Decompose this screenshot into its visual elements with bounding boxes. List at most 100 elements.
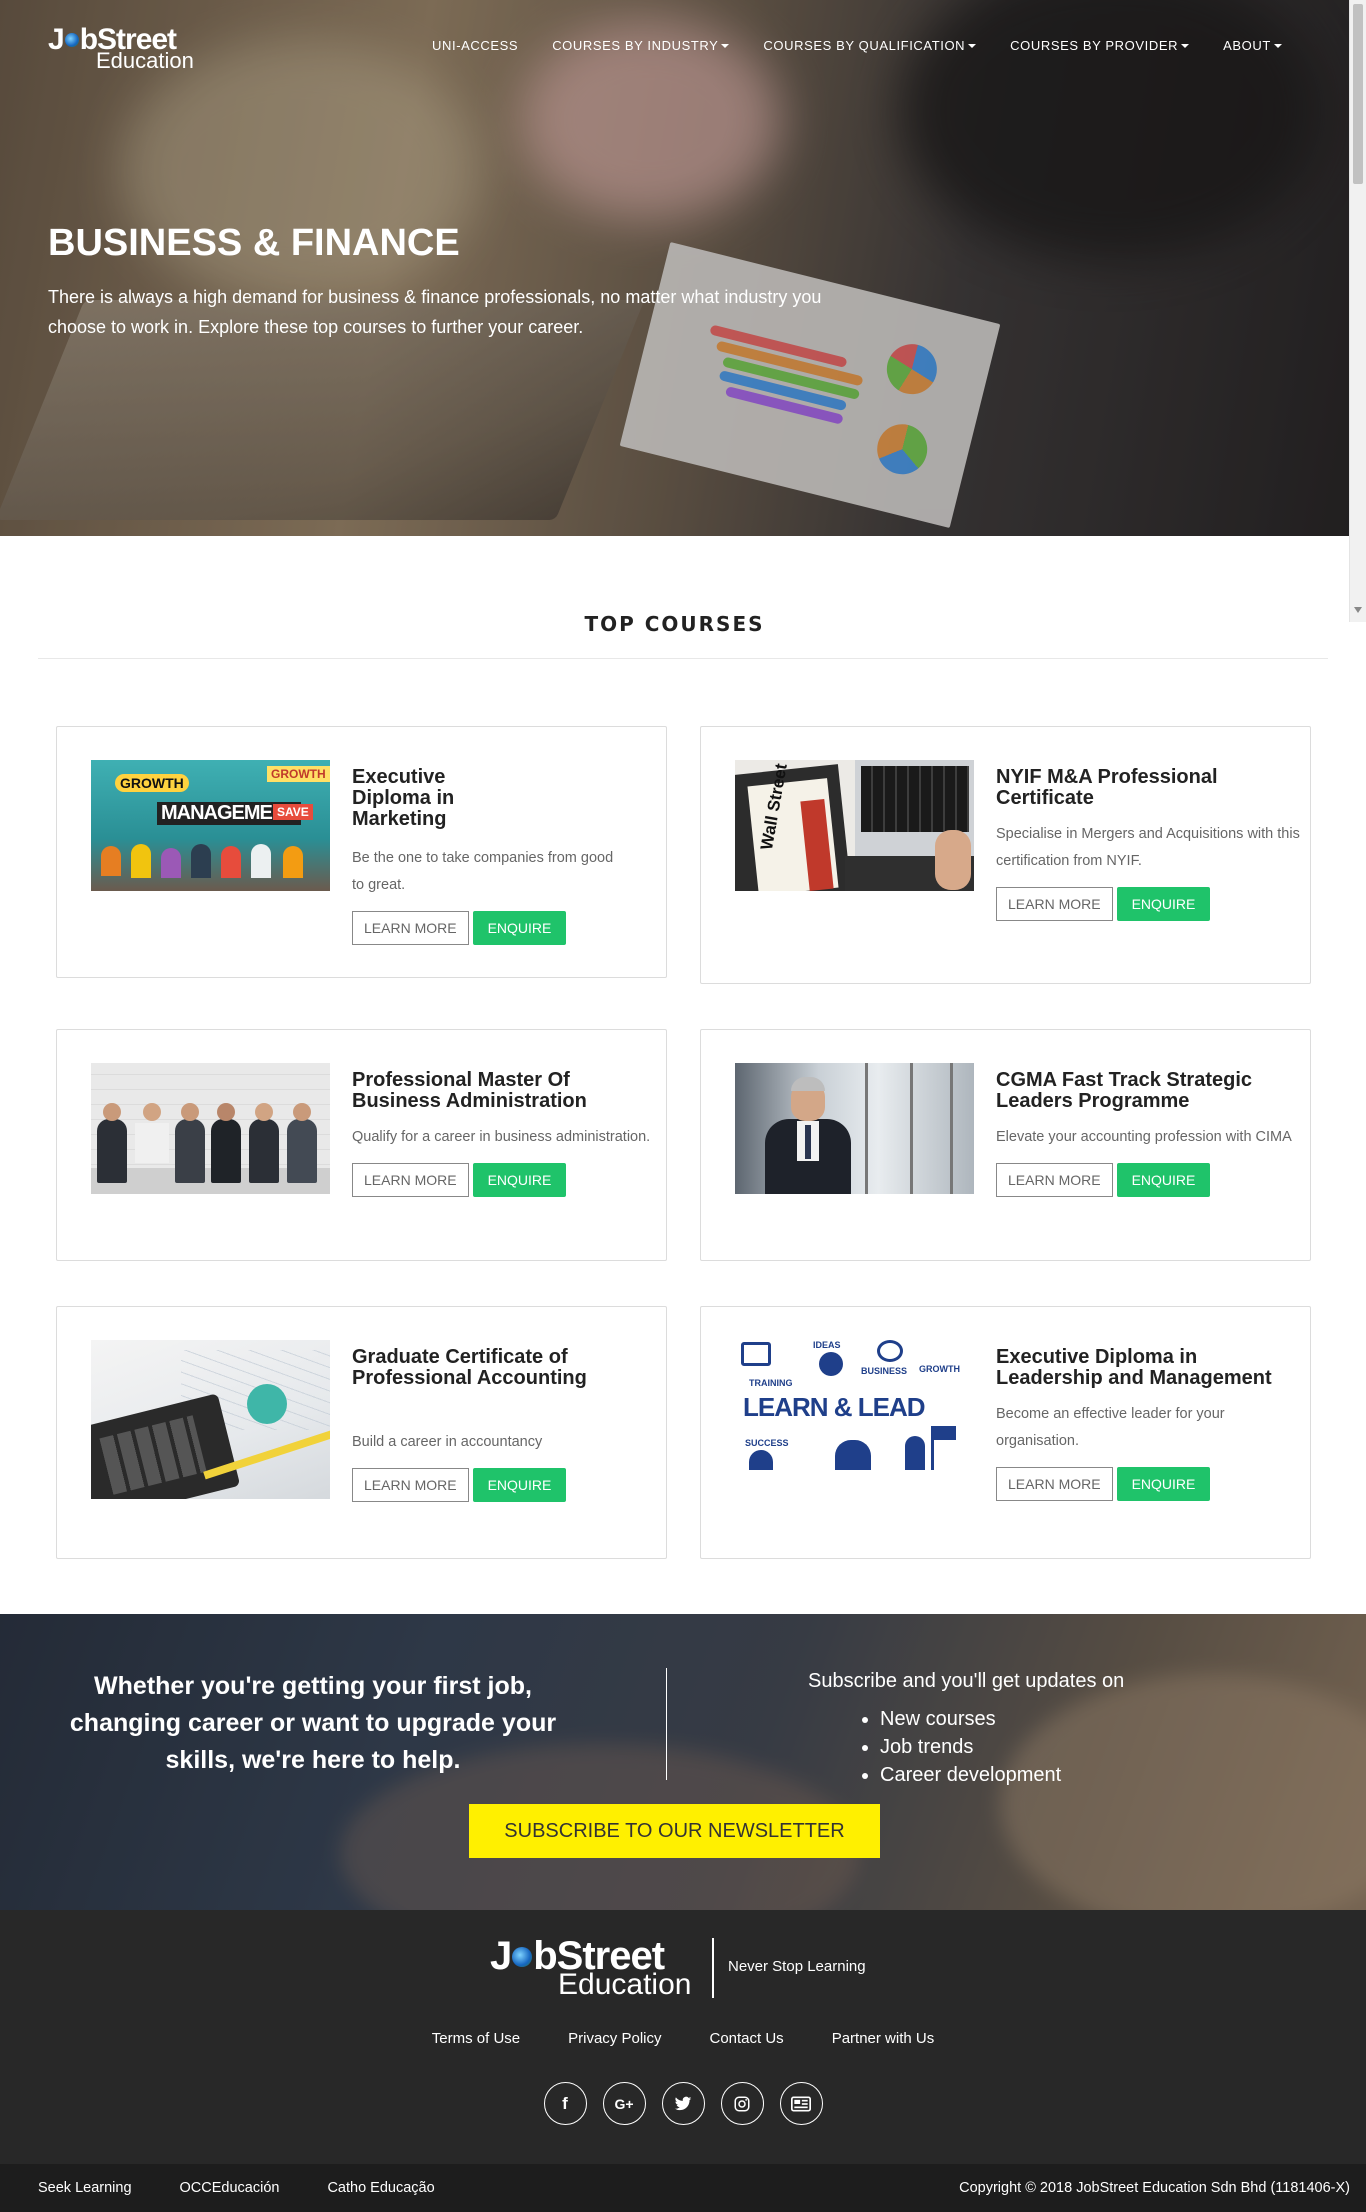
enquire-button[interactable]: ENQUIRE <box>1116 1163 1211 1197</box>
site-footer: JbStreet Education Never Stop Learning T… <box>0 1910 1366 2164</box>
caret-down-icon <box>1181 44 1190 48</box>
learn-more-button[interactable]: LEARN MORE <box>352 1163 469 1197</box>
course-card: Graduate Certificate of Professional Acc… <box>56 1306 667 1559</box>
learn-more-button[interactable]: LEARN MORE <box>996 1467 1113 1501</box>
newsletter-benefits: Subscribe and you'll get updates on New … <box>808 1670 1124 1789</box>
course-image-mba[interactable] <box>91 1063 330 1194</box>
enquire-button[interactable]: ENQUIRE <box>1116 887 1211 921</box>
footer-logo-subtitle: Education <box>558 1968 692 2001</box>
course-card: CGMA Fast Track Strategic Leaders Progra… <box>700 1029 1311 1261</box>
footer-logo-divider <box>712 1938 714 1998</box>
learn-more-button[interactable]: LEARN MORE <box>352 1468 469 1502</box>
course-description: Build a career in accountancy <box>352 1434 543 1450</box>
bottom-bar: Seek Learning OCCEducación Catho Educaçã… <box>0 2164 1366 2212</box>
course-actions: LEARN MORE ENQUIRE <box>352 1163 662 1197</box>
main-nav: UNI-ACCESS COURSES BY INDUSTRY COURSES B… <box>432 38 1316 53</box>
page-title: BUSINESS & FINANCE <box>48 222 460 264</box>
caret-down-icon <box>968 44 977 48</box>
footer-tagline: Never Stop Learning <box>728 1958 866 1975</box>
learn-more-button[interactable]: LEARN MORE <box>352 911 469 945</box>
footer-links: Terms of Use Privacy Policy Contact Us P… <box>0 2030 1366 2047</box>
hero-overlay <box>0 0 1349 536</box>
course-title[interactable]: Professional Master Of Business Administ… <box>352 1070 662 1112</box>
newsletter-benefit-list: New courses Job trends Career developmen… <box>808 1705 1124 1789</box>
nav-courses-by-provider[interactable]: COURSES BY PROVIDER <box>1010 38 1190 53</box>
course-card: Professional Master Of Business Administ… <box>56 1029 667 1261</box>
learn-more-button[interactable]: LEARN MORE <box>996 887 1113 921</box>
course-image-leadership[interactable]: TRAINING IDEAS BUSINESS GROWTH LEARN & L… <box>735 1340 974 1471</box>
course-image-marketing[interactable]: GROWTH GROWTH MANAGEMENT SAVE <box>91 760 330 891</box>
enquire-button[interactable]: ENQUIRE <box>472 1468 567 1502</box>
course-actions: LEARN MORE ENQUIRE <box>352 1468 662 1502</box>
enquire-button[interactable]: ENQUIRE <box>1116 1467 1211 1501</box>
news-icon[interactable] <box>779 2082 823 2125</box>
footer-link-terms[interactable]: Terms of Use <box>432 2030 520 2047</box>
globe-icon <box>512 1947 533 1967</box>
subscribe-newsletter-button[interactable]: SUBSCRIBE TO OUR NEWSLETTER <box>469 1804 880 1858</box>
list-item: Career development <box>880 1761 1124 1789</box>
course-description: Be the one to take companies from good t… <box>352 850 614 893</box>
logo-subtitle: Education <box>96 48 194 73</box>
course-card: Wall Street NYIF M&A Professional Certif… <box>700 726 1311 984</box>
page-scrollbar[interactable] <box>1349 0 1366 622</box>
footer-link-contact[interactable]: Contact Us <box>709 2030 783 2047</box>
site-logo[interactable]: JbStreet Education <box>48 25 208 74</box>
footer-logo[interactable]: JbStreet Education Never Stop Learning <box>490 1934 870 2001</box>
course-description: Elevate your accounting profession with … <box>996 1129 1292 1145</box>
course-description: Become an effective leader for your orga… <box>996 1406 1225 1449</box>
footer-link-privacy[interactable]: Privacy Policy <box>568 2030 661 2047</box>
course-card-body: Executive Diploma in Marketing <box>352 767 472 842</box>
course-image-accounting[interactable] <box>91 1340 330 1499</box>
link-occeducacion[interactable]: OCCEducación <box>180 2180 280 2196</box>
course-actions: LEARN MORE ENQUIRE <box>352 911 622 945</box>
list-item: Job trends <box>880 1733 1124 1761</box>
link-catho-educacao[interactable]: Catho Educação <box>327 2180 434 2196</box>
course-card-body: Professional Master Of Business Administ… <box>352 1070 662 1197</box>
social-links: f G+ <box>0 2082 1366 2125</box>
nav-uni-access[interactable]: UNI-ACCESS <box>432 38 518 53</box>
course-image-nyif[interactable]: Wall Street <box>735 760 974 891</box>
hero-description: There is always a high demand for busine… <box>48 287 822 337</box>
copyright-text: Copyright © 2018 JobStreet Education Sdn… <box>959 2180 1350 2196</box>
footer-link-partner[interactable]: Partner with Us <box>832 2030 935 2047</box>
newsletter-section: Whether you're getting your first job, c… <box>0 1614 1366 1910</box>
nav-courses-by-industry[interactable]: COURSES BY INDUSTRY <box>552 38 730 53</box>
scroll-down-arrow-icon[interactable] <box>1354 607 1362 613</box>
enquire-button[interactable]: ENQUIRE <box>472 1163 567 1197</box>
course-card-body: CGMA Fast Track Strategic Leaders Progra… <box>996 1070 1306 1197</box>
enquire-button[interactable]: ENQUIRE <box>472 911 567 945</box>
google-plus-icon[interactable]: G+ <box>602 2082 646 2125</box>
caret-down-icon <box>1273 44 1282 48</box>
course-actions: LEARN MORE ENQUIRE <box>996 1467 1306 1501</box>
section-heading-top-courses: TOP COURSES <box>584 612 765 636</box>
globe-icon <box>64 33 79 47</box>
facebook-icon[interactable]: f <box>543 2082 587 2125</box>
course-title[interactable]: Executive Diploma in Leadership and Mana… <box>996 1347 1306 1389</box>
course-card-body: Executive Diploma in Leadership and Mana… <box>996 1347 1306 1501</box>
course-card-body: NYIF M&A Professional Certificate Specia… <box>996 767 1306 921</box>
instagram-icon[interactable] <box>720 2082 764 2125</box>
twitter-icon[interactable] <box>661 2082 705 2125</box>
newsletter-intro: Subscribe and you'll get updates on <box>808 1670 1125 1692</box>
course-description: Specialise in Mergers and Acquisitions w… <box>996 826 1300 869</box>
course-actions: LEARN MORE ENQUIRE <box>996 887 1306 921</box>
course-title[interactable]: Graduate Certificate of Professional Acc… <box>352 1347 662 1389</box>
course-title[interactable]: NYIF M&A Professional Certificate <box>996 767 1306 809</box>
newsletter-pitch: Whether you're getting your first job, c… <box>69 1672 557 1774</box>
list-item: New courses <box>880 1705 1124 1733</box>
partner-links: Seek Learning OCCEducación Catho Educaçã… <box>38 2180 435 2196</box>
course-title[interactable]: Executive Diploma in Marketing <box>352 767 472 830</box>
scrollbar-thumb[interactable] <box>1353 4 1363 184</box>
course-card-body: Be the one to take companies from good t… <box>352 845 622 945</box>
learn-more-button[interactable]: LEARN MORE <box>996 1163 1113 1197</box>
band-divider <box>666 1668 667 1780</box>
course-title[interactable]: CGMA Fast Track Strategic Leaders Progra… <box>996 1070 1306 1112</box>
caret-down-icon <box>721 44 730 48</box>
course-description: Qualify for a career in business adminis… <box>352 1129 651 1145</box>
course-image-cgma[interactable] <box>735 1063 974 1194</box>
course-actions: LEARN MORE ENQUIRE <box>996 1163 1306 1197</box>
course-card: TRAINING IDEAS BUSINESS GROWTH LEARN & L… <box>700 1306 1311 1559</box>
nav-courses-by-qualification[interactable]: COURSES BY QUALIFICATION <box>763 38 977 53</box>
link-seek-learning[interactable]: Seek Learning <box>38 2180 132 2196</box>
nav-about[interactable]: ABOUT <box>1223 38 1282 53</box>
